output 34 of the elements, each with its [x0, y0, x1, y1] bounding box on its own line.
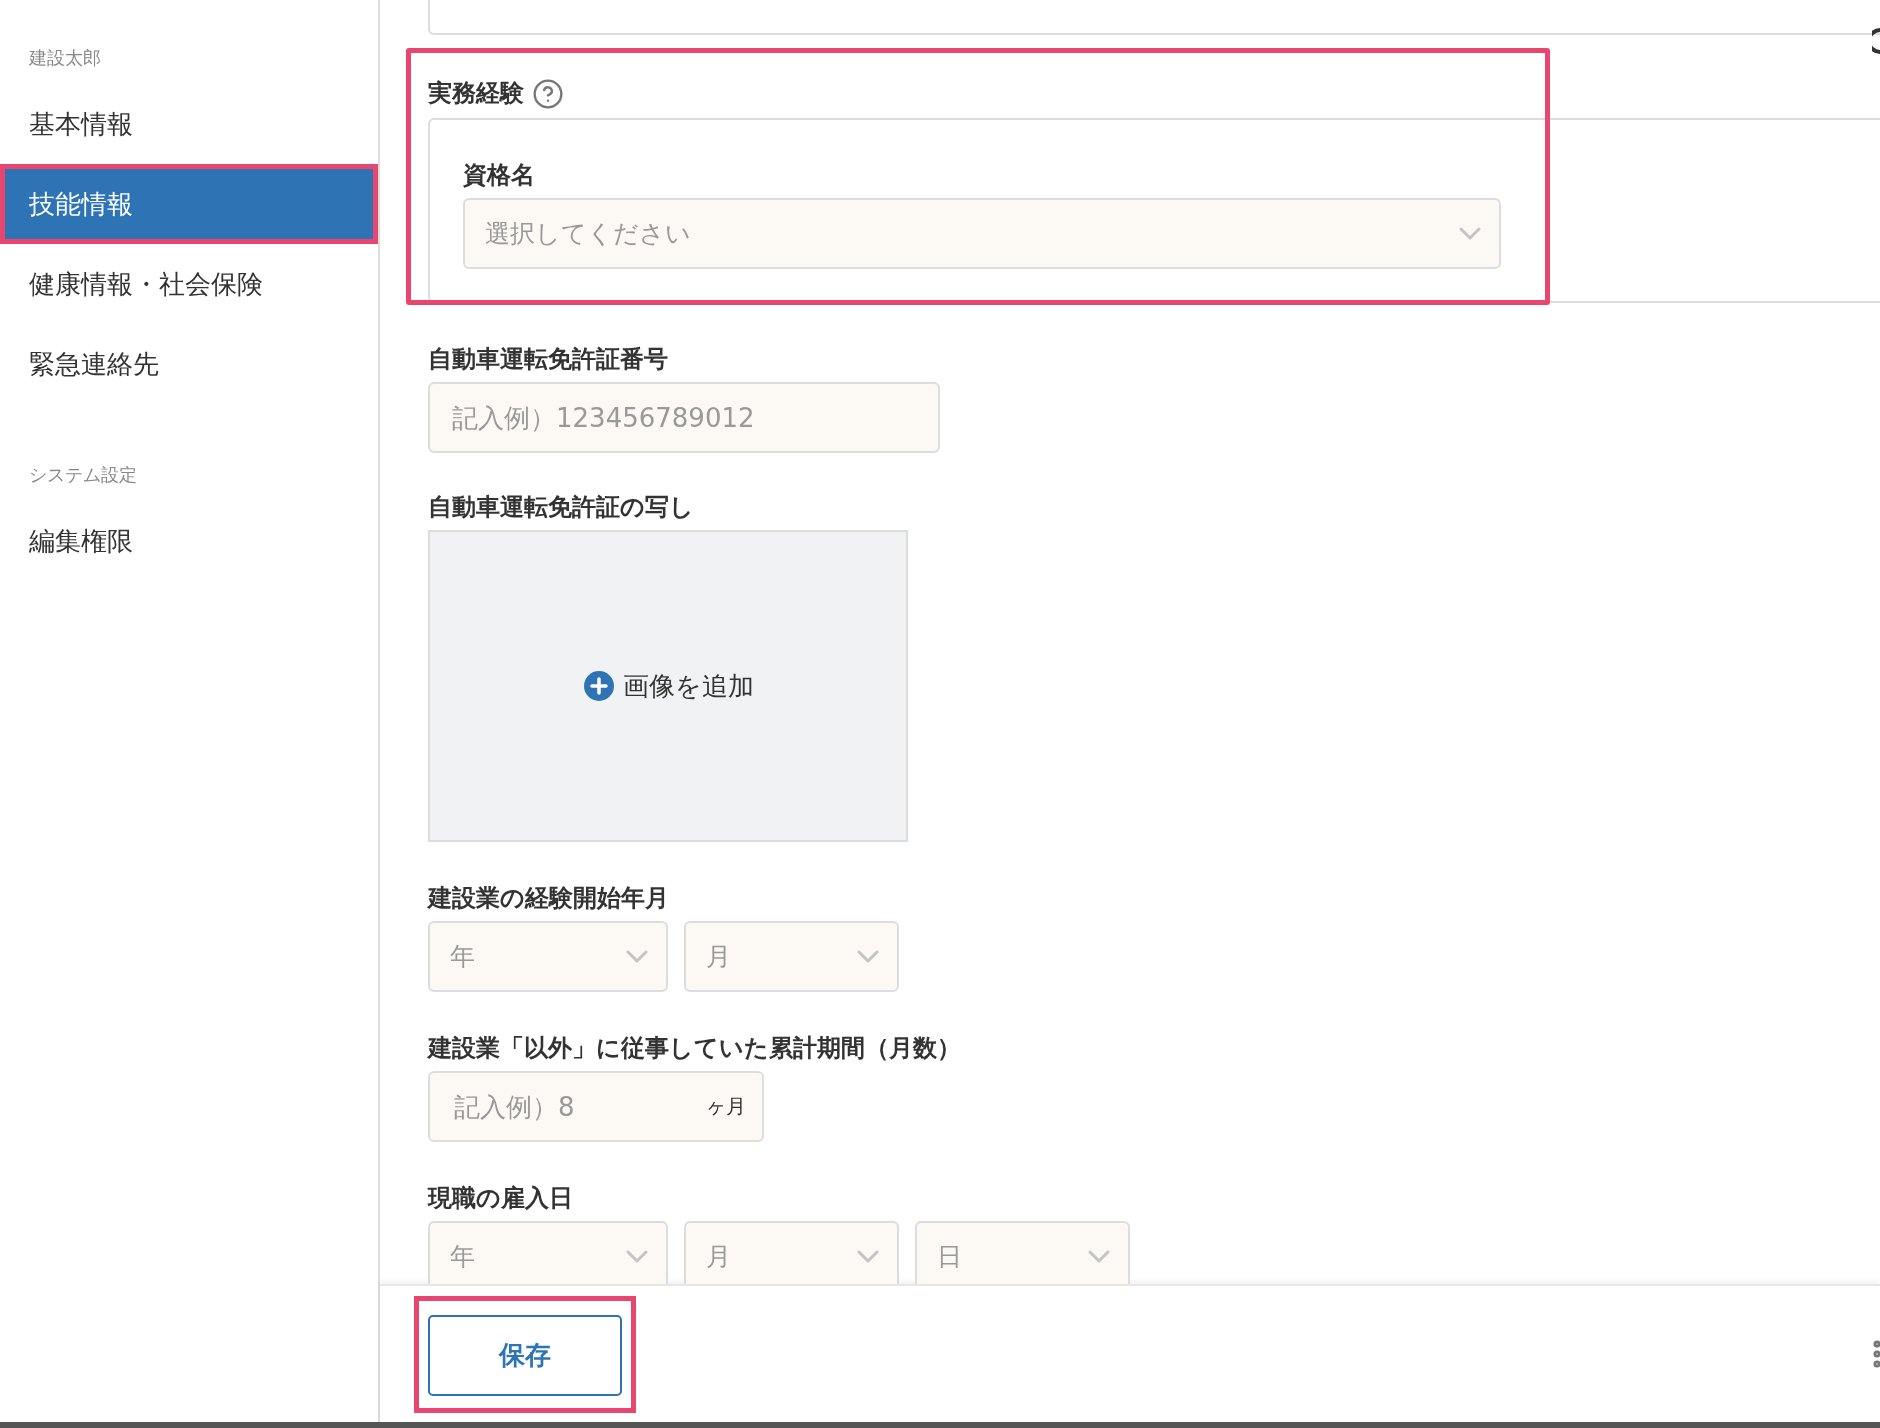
select-field[interactable]: 月	[684, 921, 899, 992]
chevron-down-icon	[626, 950, 648, 963]
sidebar-item[interactable]: 基本情報	[0, 84, 378, 164]
field-label: 自動車運転免許証の写し	[428, 492, 694, 522]
sidebar-item[interactable]: 技能情報	[0, 164, 378, 244]
input-field[interactable]: 記入例）123456789012	[428, 382, 940, 453]
chevron-down-icon	[1459, 227, 1481, 240]
select-field[interactable]: 月	[684, 1221, 899, 1284]
sidebar-item[interactable]: 緊急連絡先	[0, 324, 378, 404]
chevron-down-icon	[857, 950, 879, 963]
text-input[interactable]: 記入例）8	[452, 1090, 706, 1123]
chevron-down-icon	[1088, 1250, 1110, 1263]
field-label: 建設業「以外」に従事していた累計期間（月数）	[428, 1033, 961, 1063]
select-field[interactable]: 日	[915, 1221, 1130, 1284]
field-label: 建設業の経験開始年月	[428, 883, 669, 913]
help-icon[interactable]	[532, 78, 564, 110]
chevron-down-icon	[626, 1250, 648, 1263]
select-field[interactable]: 年	[428, 1221, 668, 1284]
image-upload-button[interactable]: 画像を追加	[428, 530, 908, 842]
user-name: 建設太郎	[28, 46, 101, 70]
plus-icon	[582, 670, 615, 702]
field-label: 現職の雇入日	[428, 1183, 573, 1213]
input-field[interactable]: 記入例）8 ヶ月	[428, 1071, 764, 1142]
unit-label: ヶ月	[706, 1093, 746, 1120]
save-button[interactable]: 保存	[428, 1314, 622, 1396]
sidebar-item[interactable]: 健康情報・社会保険	[0, 244, 378, 324]
section-title: システム設定	[28, 463, 137, 487]
field-label: 自動車運転免許証番号	[428, 344, 668, 374]
select-field[interactable]: 年	[428, 921, 668, 992]
chevron-down-icon	[857, 1250, 879, 1263]
field-label: 資格名	[463, 160, 535, 190]
field-label: 実務経験	[428, 78, 524, 108]
select-field[interactable]: 選択してください	[463, 198, 1501, 269]
sidebar-item[interactable]: 編集権限	[0, 501, 378, 581]
